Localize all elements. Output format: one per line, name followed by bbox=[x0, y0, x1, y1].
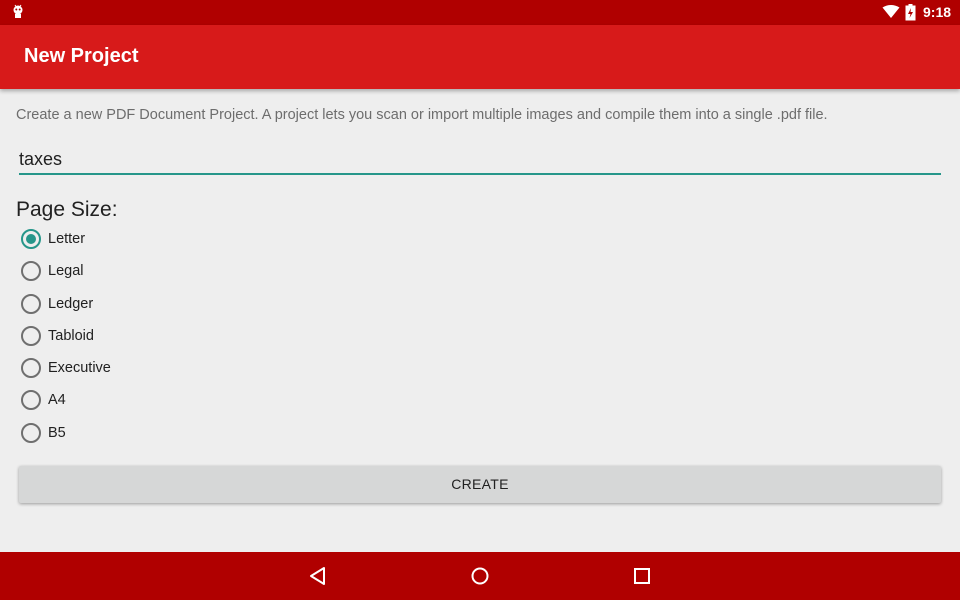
app-bar: New Project bbox=[0, 25, 960, 89]
radio-unchecked-icon[interactable] bbox=[21, 325, 41, 346]
project-name-input[interactable] bbox=[19, 146, 941, 172]
radio-label: A4 bbox=[48, 392, 66, 409]
radio-unchecked-icon[interactable] bbox=[21, 293, 41, 314]
radio-label: Letter bbox=[48, 231, 86, 247]
battery-icon bbox=[905, 4, 916, 21]
radio-unchecked-icon[interactable] bbox=[21, 422, 41, 443]
radio-checked-icon[interactable] bbox=[21, 229, 41, 249]
radio-option-letter[interactable]: Letter bbox=[21, 228, 221, 260]
back-icon[interactable] bbox=[307, 565, 329, 587]
radio-label: Legal bbox=[48, 263, 84, 280]
radio-label: Executive bbox=[48, 360, 111, 377]
radio-option-executive[interactable]: Executive bbox=[21, 357, 221, 389]
radio-unchecked-icon[interactable] bbox=[21, 390, 41, 411]
project-description: Create a new PDF Document Project. A pro… bbox=[16, 107, 828, 123]
android-debug-icon bbox=[13, 4, 23, 18]
project-name-field-wrapper bbox=[19, 144, 941, 175]
create-button[interactable]: CREATE bbox=[19, 466, 941, 503]
radio-option-tabloid[interactable]: Tabloid bbox=[21, 325, 221, 357]
status-clock: 9:18 bbox=[923, 4, 952, 20]
radio-option-b5[interactable]: B5 bbox=[21, 422, 221, 454]
radio-option-ledger[interactable]: Ledger bbox=[21, 293, 221, 325]
status-bar: 9:18 bbox=[0, 0, 960, 25]
radio-label: B5 bbox=[48, 424, 66, 441]
page-size-radio-group: Letter Legal Ledger Tabloid Executive A4… bbox=[21, 228, 221, 454]
radio-option-a4[interactable]: A4 bbox=[21, 389, 221, 421]
radio-option-legal[interactable]: Legal bbox=[21, 260, 221, 292]
recents-icon[interactable] bbox=[631, 565, 653, 587]
radio-unchecked-icon[interactable] bbox=[21, 358, 41, 379]
wifi-icon bbox=[882, 5, 900, 18]
page-size-heading: Page Size: bbox=[16, 198, 118, 221]
radio-label: Ledger bbox=[48, 295, 94, 312]
navigation-bar bbox=[0, 552, 960, 600]
page-title: New Project bbox=[24, 45, 139, 67]
radio-unchecked-icon[interactable] bbox=[21, 261, 41, 282]
radio-label: Tabloid bbox=[48, 327, 94, 344]
home-icon[interactable] bbox=[469, 565, 491, 587]
